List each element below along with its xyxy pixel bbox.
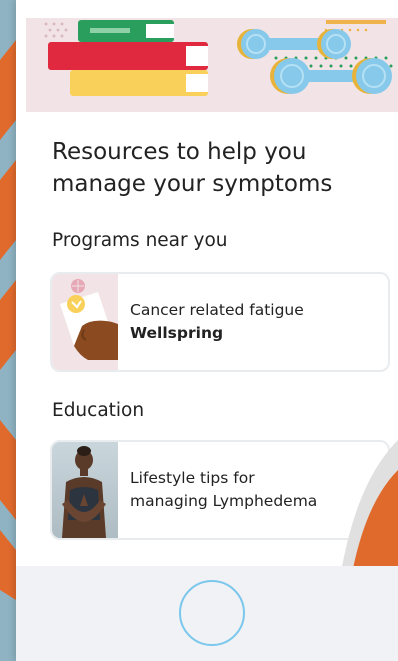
programs-heading: Programs near you	[52, 230, 228, 251]
bottom-bar	[16, 566, 398, 661]
hand-card-illustration-icon	[52, 274, 118, 370]
program-card-fatigue[interactable]: Cancer related fatigue Wellspring	[50, 272, 390, 372]
education-heading: Education	[52, 400, 145, 421]
page-title: Resources to help you manage your sympto…	[52, 139, 333, 197]
program-card-text: Cancer related fatigue Wellspring	[130, 274, 380, 370]
hero-illustration	[26, 18, 398, 112]
woman-yoga-photo-icon	[52, 442, 118, 538]
phone-screen: Resources to help you manage your sympto…	[16, 0, 398, 661]
program-card-provider: Wellspring	[130, 324, 224, 342]
program-card-title: Cancer related fatigue	[130, 301, 304, 319]
home-button[interactable]	[179, 580, 245, 646]
